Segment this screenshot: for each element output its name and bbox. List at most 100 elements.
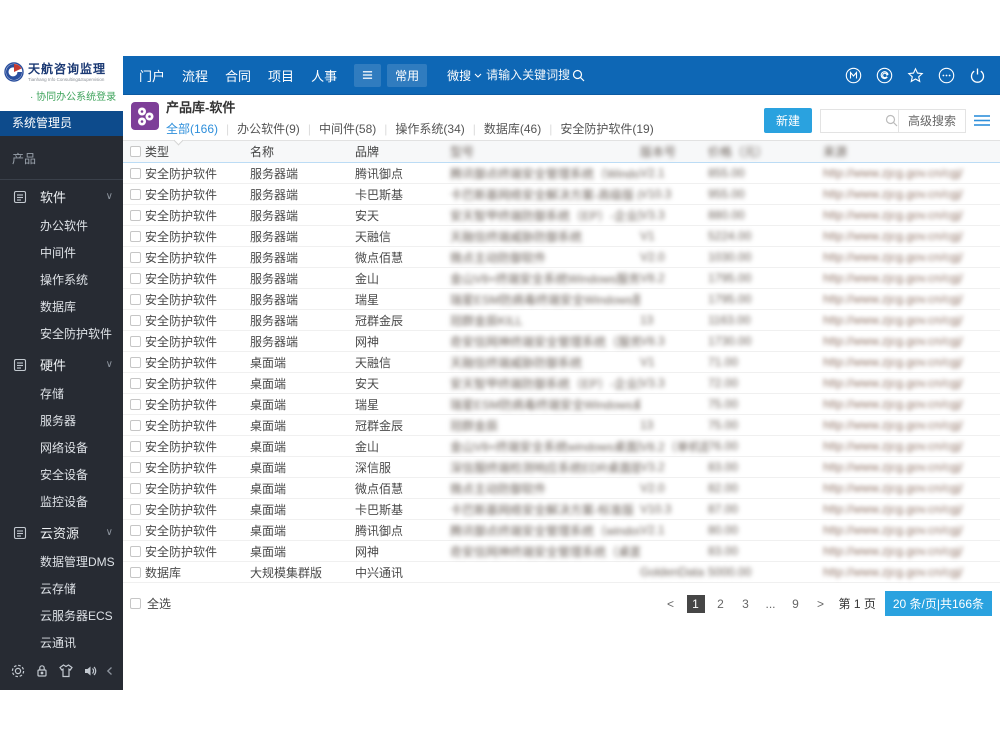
sidebar-item-3-2[interactable]: 云存储	[0, 576, 123, 603]
select-all-control[interactable]: 全选	[123, 595, 171, 612]
row-checkbox[interactable]	[130, 524, 141, 536]
row-checkbox[interactable]	[130, 272, 141, 284]
tab-2[interactable]: 办公软件(9)	[237, 120, 300, 137]
more-icon[interactable]	[938, 67, 955, 84]
login-link[interactable]: · 协同办公系统登录	[4, 83, 119, 103]
tab-4[interactable]: 操作系统(34)	[395, 120, 464, 137]
cell-source[interactable]: http://www.zjcg.gov.cn/cgj/	[823, 208, 1000, 222]
row-checkbox[interactable]	[130, 251, 141, 263]
nav-item-3[interactable]: 合同	[225, 66, 251, 85]
row-checkbox[interactable]	[130, 545, 141, 557]
collapse-chevron-icon[interactable]	[106, 666, 113, 676]
sidebar-group-3[interactable]: 云资源 ∨	[0, 516, 123, 549]
settings-gear-icon[interactable]	[10, 663, 26, 679]
row-checkbox[interactable]	[130, 440, 141, 452]
row-checkbox[interactable]	[130, 167, 141, 179]
sidebar-item-3-1[interactable]: 数据管理DMS	[0, 549, 123, 576]
tab-5[interactable]: 数据库(46)	[484, 120, 541, 137]
sidebar-item-3-3[interactable]: 云服务器ECS	[0, 603, 123, 630]
cell-source[interactable]: http://www.zjcg.gov.cn/cgj/	[823, 523, 1000, 537]
cell-source[interactable]: http://www.zjcg.gov.cn/cgj/	[823, 271, 1000, 285]
cell-source[interactable]: http://www.zjcg.gov.cn/cgj/	[823, 502, 1000, 516]
cell-source[interactable]: http://www.zjcg.gov.cn/cgj/	[823, 544, 1000, 558]
advanced-search-button[interactable]: 高级搜索	[897, 109, 965, 132]
nav-item-5[interactable]: 人事	[311, 66, 337, 85]
cell-source[interactable]: http://www.zjcg.gov.cn/cgj/	[823, 250, 1000, 264]
page-next-button[interactable]: >	[812, 595, 830, 613]
sidebar-item-2-5[interactable]: 监控设备	[0, 489, 123, 516]
cell-source[interactable]: http://www.zjcg.gov.cn/cgj/	[823, 166, 1000, 180]
global-search-input[interactable]	[486, 68, 573, 82]
nav-item-4[interactable]: 项目	[268, 66, 294, 85]
nav-item-2[interactable]: 流程	[182, 66, 208, 85]
tab-6[interactable]: 安全防护软件(19)	[560, 120, 653, 137]
cell-type: 安全防护软件	[145, 502, 218, 517]
cell-source[interactable]: http://www.zjcg.gov.cn/cgj/	[823, 439, 1000, 453]
header-checkbox[interactable]	[130, 146, 141, 157]
new-button[interactable]: 新建	[763, 108, 812, 133]
row-checkbox[interactable]	[130, 482, 141, 494]
row-checkbox[interactable]	[130, 566, 141, 578]
sidebar-item-1-4[interactable]: 数据库	[0, 294, 123, 321]
cell-source[interactable]: http://www.zjcg.gov.cn/cgj/	[823, 397, 1000, 411]
row-checkbox[interactable]	[130, 335, 141, 347]
sidebar-item-1-1[interactable]: 办公软件	[0, 213, 123, 240]
cell-source[interactable]: http://www.zjcg.gov.cn/cgj/	[823, 376, 1000, 390]
sidebar-item-1-3[interactable]: 操作系统	[0, 267, 123, 294]
apps-menu-button[interactable]	[354, 63, 382, 87]
row-checkbox[interactable]	[130, 209, 141, 221]
sidebar-item-1-2[interactable]: 中间件	[0, 240, 123, 267]
row-checkbox[interactable]	[130, 461, 141, 473]
tab-3[interactable]: 中间件(58)	[319, 120, 376, 137]
sidebar-item-3-4[interactable]: 云通讯	[0, 630, 123, 652]
nav-item-1[interactable]: 门户	[139, 66, 165, 85]
wesearch-dropdown[interactable]: 微搜	[447, 67, 482, 84]
row-checkbox[interactable]	[130, 419, 141, 431]
cell-source[interactable]: http://www.zjcg.gov.cn/cgj/	[823, 292, 1000, 306]
row-checkbox[interactable]	[130, 314, 141, 326]
cell-source[interactable]: http://www.zjcg.gov.cn/cgj/	[823, 229, 1000, 243]
sidebar-item-2-3[interactable]: 网络设备	[0, 435, 123, 462]
cell-source[interactable]: http://www.zjcg.gov.cn/cgj/	[823, 313, 1000, 327]
page-button-1[interactable]: 1	[686, 594, 705, 613]
sidebar-item-1-5[interactable]: 安全防护软件	[0, 321, 123, 348]
m-badge-icon[interactable]	[845, 67, 862, 84]
row-checkbox[interactable]	[130, 356, 141, 368]
theme-shirt-icon[interactable]	[58, 663, 74, 679]
row-checkbox[interactable]	[130, 293, 141, 305]
volume-icon[interactable]	[82, 663, 98, 679]
page-button-3[interactable]: 3	[737, 595, 755, 613]
power-icon[interactable]	[969, 67, 986, 84]
select-all-checkbox[interactable]	[130, 598, 141, 609]
row-checkbox[interactable]	[130, 377, 141, 389]
cell-source[interactable]: http://www.zjcg.gov.cn/cgj/	[823, 334, 1000, 348]
row-checkbox[interactable]	[130, 230, 141, 242]
star-icon[interactable]	[907, 66, 924, 84]
cell-source[interactable]: http://www.zjcg.gov.cn/cgj/	[823, 355, 1000, 369]
row-checkbox[interactable]	[130, 503, 141, 515]
cell-source[interactable]: http://www.zjcg.gov.cn/cgj/	[823, 565, 1000, 579]
list-view-icon[interactable]	[974, 114, 990, 127]
message-icon[interactable]	[876, 67, 893, 84]
sidebar-item-2-2[interactable]: 服务器	[0, 408, 123, 435]
sidebar-group-2[interactable]: 硬件 ∨	[0, 348, 123, 381]
favorites-button[interactable]: 常用	[387, 63, 428, 87]
page-button-2[interactable]: 2	[712, 595, 730, 613]
cell-source[interactable]: http://www.zjcg.gov.cn/cgj/	[823, 418, 1000, 432]
sidebar-item-2-4[interactable]: 安全设备	[0, 462, 123, 489]
select-all-label: 全选	[147, 597, 172, 611]
lock-icon[interactable]	[34, 663, 50, 679]
table-search-icon[interactable]	[885, 114, 898, 127]
cell-source[interactable]: http://www.zjcg.gov.cn/cgj/	[823, 481, 1000, 495]
cell-source[interactable]: http://www.zjcg.gov.cn/cgj/	[823, 460, 1000, 474]
sidebar-item-2-1[interactable]: 存储	[0, 381, 123, 408]
table-search-input[interactable]	[820, 109, 885, 132]
cell-source[interactable]: http://www.zjcg.gov.cn/cgj/	[823, 187, 1000, 201]
page-prev-button[interactable]: <	[662, 595, 680, 613]
sidebar-group-1[interactable]: 软件 ∨	[0, 180, 123, 213]
page-button-9[interactable]: 9	[787, 595, 805, 613]
search-icon[interactable]	[572, 69, 585, 82]
tab-1[interactable]: 全部(166)	[166, 120, 218, 137]
row-checkbox[interactable]	[130, 398, 141, 410]
row-checkbox[interactable]	[130, 188, 141, 200]
